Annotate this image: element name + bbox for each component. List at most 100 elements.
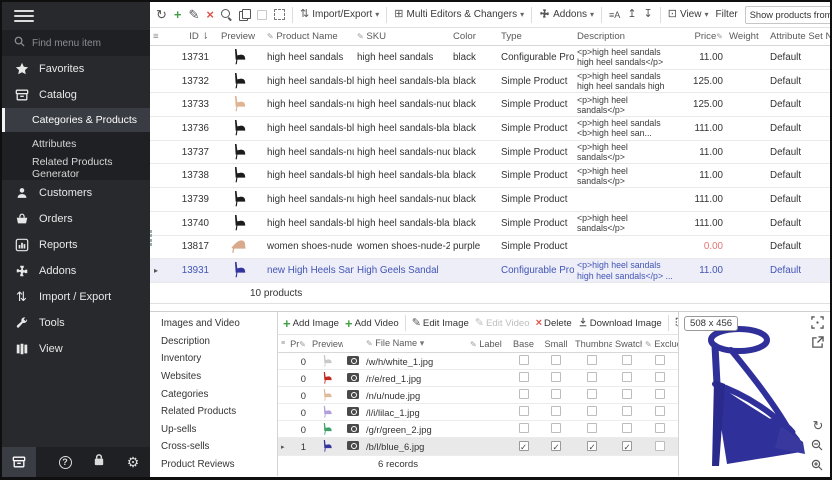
collapse-rows-button[interactable]: ↧ [644,9,653,20]
category-filter-select[interactable]: Show products from selected categories▾ [745,6,830,24]
column-header-thumbnail[interactable]: Thumbna [572,339,612,349]
settings-button[interactable]: ⚙ [116,447,150,477]
image-row[interactable]: 0 /g/r/green_2.jpg [278,421,678,438]
column-header-product-name[interactable]: ✎ Product Name [264,31,354,42]
sidebar-item-favorites[interactable]: Favorites [2,56,150,82]
exclude-checkbox[interactable] [655,372,665,382]
sidebar-item-customers[interactable]: Customers [2,180,150,206]
product-row[interactable]: 13931 new High Heels Sandals High Geels … [150,259,830,283]
image-row[interactable]: 1 /b/l/blue_6.jpg ✓ ✓ [278,438,678,455]
column-header-price[interactable]: Price✎ [680,31,726,42]
product-row[interactable]: 13736 high heel sandals-black-36 high he… [150,117,830,141]
refresh-button[interactable]: ↻ [156,8,167,21]
delete-image-button[interactable]: ×Delete [536,318,572,329]
addons-menu[interactable]: Addons▾ [539,8,594,22]
zoom-in-button[interactable] [811,458,825,472]
product-row[interactable]: 13738 high heel sandals-black-37 high he… [150,164,830,188]
sidebar-item-addons[interactable]: Addons [2,258,150,284]
exclude-checkbox[interactable] [655,423,665,433]
exclude-checkbox[interactable] [655,406,665,416]
exclude-checkbox[interactable] [655,389,665,399]
paste-special-button[interactable] [274,9,285,20]
thumbnail-checkbox[interactable] [587,389,597,399]
column-header-small[interactable]: Small [540,339,572,349]
swatch-checkbox[interactable] [622,406,632,416]
open-external-button[interactable] [811,336,825,350]
detail-tab[interactable]: Cross-sells [150,438,277,456]
product-row[interactable]: 13740 high heel sandals-black-38 high he… [150,212,830,236]
product-row[interactable]: 13737 high heel sandals-nude-36 high hee… [150,141,830,165]
zoom-out-button[interactable] [811,438,825,452]
small-checkbox[interactable] [551,389,561,399]
hamburger-menu-icon[interactable] [14,7,34,25]
image-row[interactable]: 0 /l/i/lilac_1.jpg [278,404,678,421]
add-video-button[interactable]: +Add Video [345,317,399,330]
thumbnail-checkbox[interactable] [587,355,597,365]
column-header-weight[interactable]: Weight [726,31,762,42]
product-row[interactable]: 13732 high heel sandals-black high heel … [150,70,830,94]
exclude-checkbox[interactable] [655,355,665,365]
column-header-type[interactable]: Type [498,31,574,42]
paste-button[interactable] [257,10,267,20]
sidebar-item-related-products-generator[interactable]: Related Products Generator [2,156,150,180]
add-image-button[interactable]: +Add Image [283,317,339,330]
copy-button[interactable] [239,9,250,20]
base-checkbox[interactable] [519,372,529,382]
edit-video-button[interactable]: ✎Edit Video [475,318,530,329]
image-row[interactable]: 0 /w/h/white_1.jpg [278,353,678,370]
small-checkbox[interactable] [551,423,561,433]
base-checkbox[interactable] [519,423,529,433]
product-row[interactable]: 13731 high heel sandals high heel sandal… [150,46,830,70]
detail-tab[interactable]: Inventory [150,350,277,368]
small-checkbox[interactable] [551,355,561,365]
product-row[interactable]: 13817 women shoes-nude women shoes-nude-… [150,236,830,260]
detail-tab[interactable]: Description [150,333,277,351]
small-checkbox[interactable] [551,406,561,416]
panel-splitter[interactable] [150,230,153,246]
sidebar-item-reports[interactable]: Reports [2,232,150,258]
base-checkbox[interactable] [519,406,529,416]
view-menu[interactable]: ⊡ View▾ [668,9,709,20]
edit-product-button[interactable]: ✎ [189,8,200,21]
rotate-icon[interactable]: ↻ [811,418,825,432]
swatch-checkbox[interactable] [622,389,632,399]
thumbnail-checkbox[interactable]: ✓ [587,441,597,451]
download-image-button[interactable]: Download Image [578,317,662,330]
detail-tab[interactable]: Images and Video [150,315,277,333]
import-export-menu[interactable]: ⇅ Import/Export▾ [300,9,379,20]
base-checkbox[interactable] [519,355,529,365]
detail-tab[interactable]: Up-sells [150,421,277,439]
sidebar-item-orders[interactable]: Orders [2,206,150,232]
swatch-checkbox[interactable]: ✓ [622,441,632,451]
detail-tab[interactable]: Product Reviews [150,456,277,474]
delete-product-button[interactable]: × [206,8,214,21]
fit-to-screen-button[interactable] [811,316,825,330]
sort-az-button[interactable]: ≡A [609,10,620,20]
base-checkbox[interactable]: ✓ [519,441,529,451]
base-checkbox[interactable] [519,389,529,399]
help-button[interactable]: ? [48,447,82,477]
column-header-exclude[interactable]: ✎ Exclude [642,339,678,349]
thumbnail-checkbox[interactable] [587,372,597,382]
image-row[interactable]: 0 /r/e/red_1.jpg [278,370,678,387]
image-row[interactable]: 0 /n/u/nude.jpg [278,387,678,404]
sidebar-item-categories-products[interactable]: Categories & Products [2,108,150,132]
column-header-description[interactable]: Description [574,31,680,42]
multi-editors-menu[interactable]: ⊞ Multi Editors & Changers▾ [394,9,524,20]
sidebar-item-view[interactable]: View [2,336,150,362]
detail-tab[interactable]: Categories [150,385,277,403]
menu-search-input[interactable]: Find menu item [2,30,150,56]
column-header-swatch[interactable]: Swatch [612,339,642,349]
expand-rows-button[interactable]: ↥ [627,9,636,20]
column-header-preview[interactable]: Preview [309,339,343,349]
sidebar-item-import-export[interactable]: ⇅ Import / Export [2,284,150,310]
column-header-sku[interactable]: ✎ SKU [354,31,450,42]
detail-tab[interactable]: Websites [150,368,277,386]
sidebar-item-tools[interactable]: Tools [2,310,150,336]
sidebar-item-attributes[interactable]: Attributes [2,132,150,156]
product-row[interactable]: 13739 high heel sandals-nude-37 high hee… [150,188,830,212]
column-header-color[interactable]: Color [450,31,498,42]
sidebar-item-catalog[interactable]: Catalog [2,82,150,108]
exclude-checkbox[interactable] [655,441,665,451]
column-header-file-name[interactable]: ✎ File Name ▾ [363,338,467,349]
